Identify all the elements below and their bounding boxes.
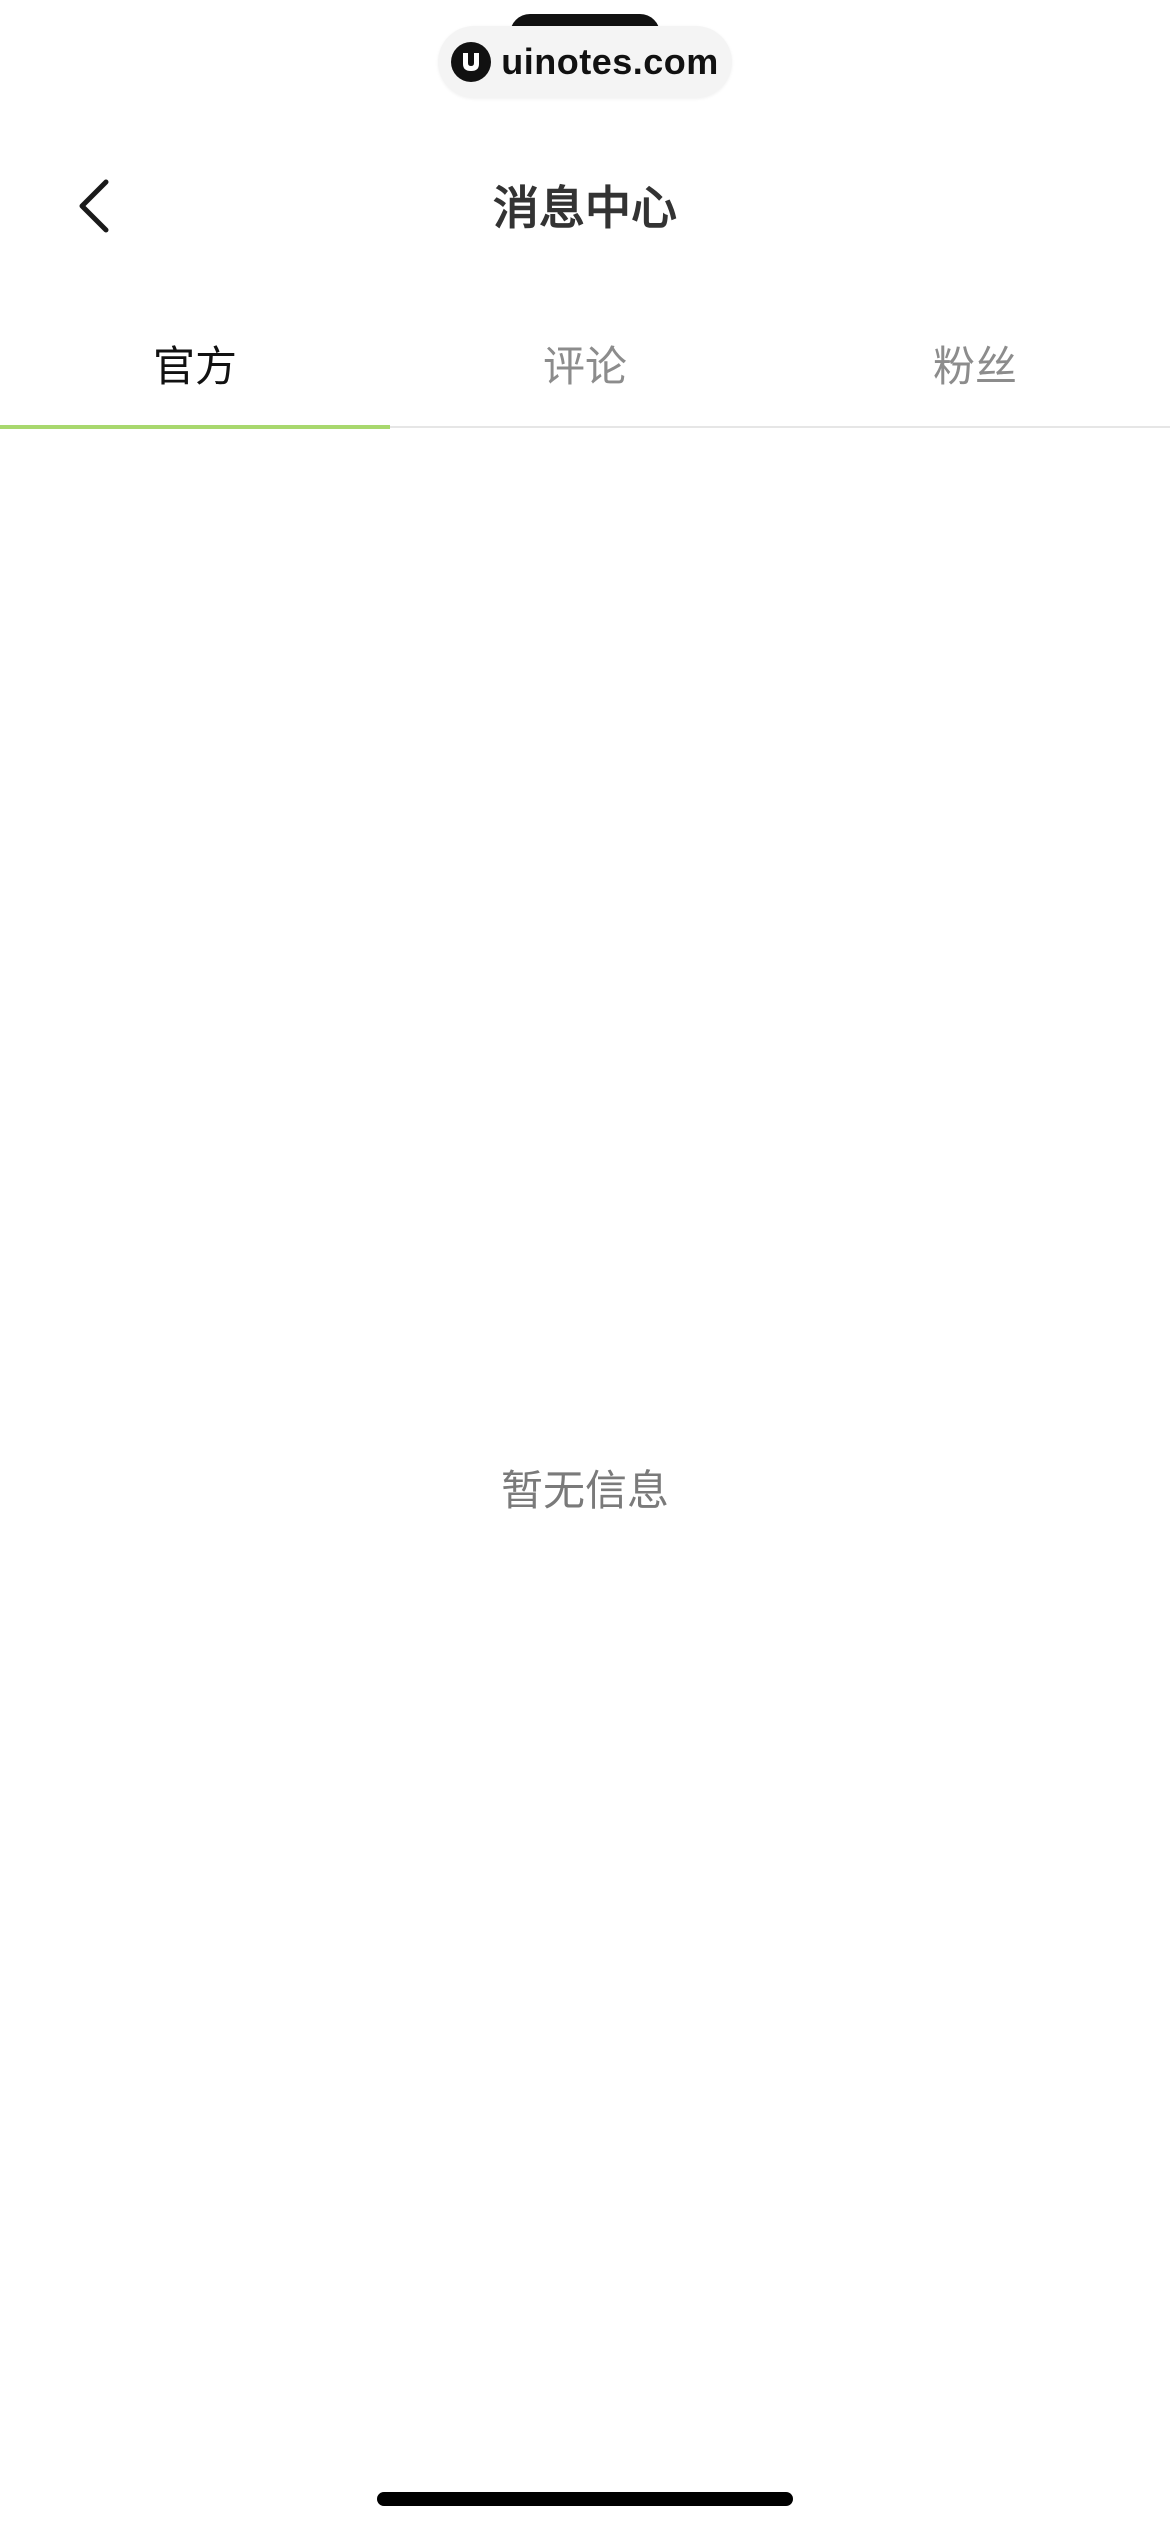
page-title: 消息中心 (493, 181, 677, 235)
tab-bar: 官方 评论 粉丝 (0, 300, 1170, 429)
home-indicator[interactable] (377, 2492, 793, 2506)
watermark-badge: uinotes.com (438, 26, 732, 98)
tab-label: 官方 (152, 341, 237, 391)
uinotes-logo-icon (451, 42, 492, 82)
tab-active-indicator (0, 425, 390, 429)
watermark-text: uinotes.com (501, 41, 719, 82)
tab-comments[interactable]: 评论 (390, 300, 780, 426)
tab-official[interactable]: 官方 (0, 300, 390, 429)
tab-label: 粉丝 (932, 341, 1017, 391)
tab-label: 评论 (542, 341, 627, 391)
empty-state-message: 暂无信息 (500, 1466, 669, 1515)
nav-bar: 消息中心 (0, 150, 1170, 266)
tab-fans[interactable]: 粉丝 (780, 300, 1170, 426)
